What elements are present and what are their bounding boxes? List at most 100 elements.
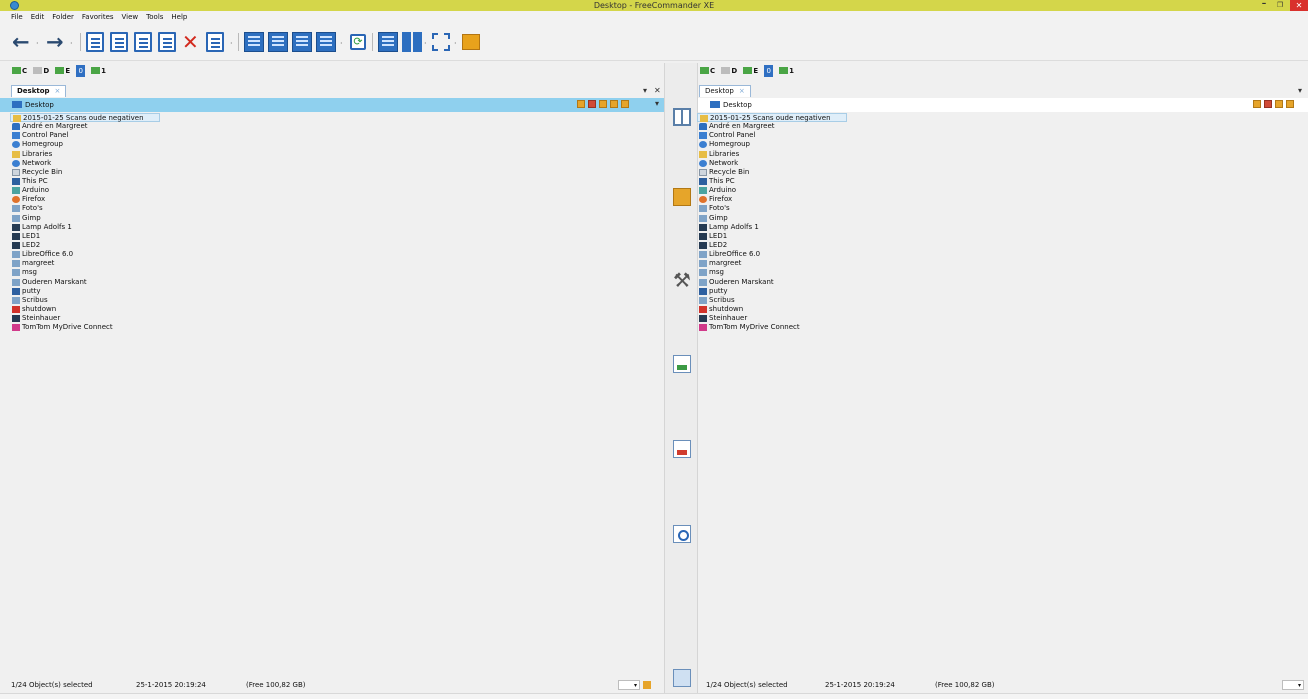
layout-dropdown-icon[interactable]: · bbox=[424, 39, 427, 48]
drive-c-button[interactable]: C bbox=[12, 65, 27, 77]
file-item[interactable]: LED2 bbox=[697, 241, 847, 250]
menu-favorites[interactable]: Favorites bbox=[78, 11, 118, 23]
drive-d-button[interactable]: D bbox=[721, 65, 737, 77]
file-item[interactable]: shutdown bbox=[697, 305, 847, 314]
file-item[interactable]: Scribus bbox=[10, 296, 160, 305]
command-line-icon[interactable] bbox=[673, 669, 691, 687]
file-item[interactable]: Recycle Bin bbox=[697, 168, 847, 177]
folder-icon[interactable] bbox=[462, 34, 480, 50]
dual-panel-icon[interactable] bbox=[402, 32, 422, 52]
back-dropdown-icon[interactable]: · bbox=[36, 39, 39, 48]
menu-tools[interactable]: Tools bbox=[142, 11, 167, 23]
file-item[interactable]: TomTom MyDrive Connect bbox=[10, 323, 160, 332]
file-item[interactable]: Scribus bbox=[697, 296, 847, 305]
drive-0-button[interactable]: 0 bbox=[764, 65, 773, 77]
menu-folder[interactable]: Folder bbox=[48, 11, 78, 23]
back-arrow-icon[interactable]: ← bbox=[12, 32, 30, 53]
menu-help[interactable]: Help bbox=[167, 11, 191, 23]
view-dropdown-icon[interactable]: · bbox=[340, 39, 343, 48]
file-item[interactable]: msg bbox=[697, 268, 847, 277]
right-tab-desktop[interactable]: Desktop × bbox=[699, 85, 751, 97]
file-item[interactable]: Foto's bbox=[697, 204, 847, 213]
file-item[interactable]: Control Panel bbox=[697, 131, 847, 140]
folder-up-icon[interactable] bbox=[599, 100, 607, 108]
file-item[interactable]: margreet bbox=[10, 259, 160, 268]
view-file-icon[interactable] bbox=[86, 32, 104, 52]
details-view-icon[interactable] bbox=[268, 32, 288, 52]
command-line-bar[interactable] bbox=[0, 693, 1308, 699]
file-item[interactable]: This PC bbox=[697, 177, 847, 186]
menu-view[interactable]: View bbox=[118, 11, 143, 23]
properties-dropdown-icon[interactable]: · bbox=[230, 39, 233, 48]
folder-up-icon[interactable] bbox=[1275, 100, 1283, 108]
file-item[interactable]: msg bbox=[10, 268, 160, 277]
file-item[interactable]: Arduino bbox=[10, 186, 160, 195]
file-item[interactable]: margreet bbox=[697, 259, 847, 268]
delete-icon[interactable]: ✕ bbox=[182, 32, 199, 52]
menu-edit[interactable]: Edit bbox=[27, 11, 49, 23]
file-item[interactable]: André en Margreet bbox=[10, 122, 160, 131]
select-icon[interactable] bbox=[432, 33, 450, 51]
drive-c-button[interactable]: C bbox=[700, 65, 715, 77]
move-to-other-panel-icon[interactable] bbox=[673, 440, 691, 458]
copy-file-icon[interactable] bbox=[134, 32, 152, 52]
menu-file[interactable]: File bbox=[0, 11, 27, 23]
right-path-bar[interactable]: Desktop bbox=[698, 98, 1308, 112]
maximize-button[interactable]: ❐ bbox=[1273, 0, 1287, 11]
refresh-icon[interactable]: ⟳ bbox=[350, 34, 366, 50]
drive-e-button[interactable]: E bbox=[55, 65, 70, 77]
forward-arrow-icon[interactable]: → bbox=[46, 32, 64, 53]
file-item[interactable]: Firefox bbox=[697, 195, 847, 204]
file-item[interactable]: Gimp bbox=[697, 214, 847, 223]
tab-close-icon[interactable]: × bbox=[739, 87, 745, 95]
file-item[interactable]: Gimp bbox=[10, 214, 160, 223]
file-item[interactable]: Steinhauer bbox=[10, 314, 160, 323]
file-item[interactable]: 2015-01-25 Scans oude negativen bbox=[10, 113, 160, 123]
panel-layout-icon[interactable] bbox=[378, 32, 398, 52]
file-item[interactable]: TomTom MyDrive Connect bbox=[697, 323, 847, 332]
left-path-bar[interactable]: Desktop bbox=[0, 98, 664, 112]
file-item[interactable]: Network bbox=[697, 159, 847, 168]
favorites-icon[interactable] bbox=[1264, 100, 1272, 108]
file-item[interactable]: Recycle Bin bbox=[10, 168, 160, 177]
file-item[interactable]: Control Panel bbox=[10, 131, 160, 140]
drive-d-button[interactable]: D bbox=[33, 65, 49, 77]
tree-view-icon[interactable] bbox=[244, 32, 264, 52]
file-item[interactable]: Lamp Adolfs 1 bbox=[697, 223, 847, 232]
tab-close-icon[interactable]: × bbox=[55, 87, 61, 95]
file-item[interactable]: putty bbox=[10, 287, 160, 296]
left-tab-menu[interactable]: ▾ bbox=[643, 86, 647, 95]
right-tab-menu[interactable]: ▾ bbox=[1298, 86, 1302, 95]
file-item[interactable]: Steinhauer bbox=[697, 314, 847, 323]
drive-1-button[interactable]: 1 bbox=[779, 65, 794, 77]
file-item[interactable]: LibreOffice 6.0 bbox=[10, 250, 160, 259]
left-panel-close-icon[interactable]: ✕ bbox=[654, 86, 661, 95]
edit-file-icon[interactable] bbox=[110, 32, 128, 52]
forward-dropdown-icon[interactable]: · bbox=[70, 39, 73, 48]
file-item[interactable]: putty bbox=[697, 287, 847, 296]
split-view-icon[interactable] bbox=[673, 108, 691, 126]
close-button[interactable]: ✕ bbox=[1290, 0, 1308, 11]
select-dropdown-icon[interactable]: · bbox=[454, 39, 457, 48]
file-item[interactable]: Ouderen Marskant bbox=[10, 278, 160, 287]
move-file-icon[interactable] bbox=[158, 32, 176, 52]
file-item[interactable]: Libraries bbox=[10, 150, 160, 159]
file-item[interactable]: Foto's bbox=[10, 204, 160, 213]
file-item[interactable]: Ouderen Marskant bbox=[697, 278, 847, 287]
folder-root-icon[interactable] bbox=[1286, 100, 1294, 108]
file-item[interactable]: Arduino bbox=[697, 186, 847, 195]
tools-icon[interactable]: ⚒ bbox=[673, 270, 691, 290]
file-item[interactable]: André en Margreet bbox=[697, 122, 847, 131]
folder-new-icon[interactable] bbox=[621, 100, 629, 108]
file-item[interactable]: LED1 bbox=[10, 232, 160, 241]
left-status-dropdown[interactable]: ▾ bbox=[618, 680, 640, 690]
drive-e-button[interactable]: E bbox=[743, 65, 758, 77]
right-status-dropdown[interactable]: ▾ bbox=[1282, 680, 1304, 690]
drive-1-button[interactable]: 1 bbox=[91, 65, 106, 77]
copy-to-other-panel-icon[interactable] bbox=[673, 355, 691, 373]
view-icon[interactable] bbox=[673, 525, 691, 543]
file-item[interactable]: Firefox bbox=[10, 195, 160, 204]
minimize-button[interactable]: – bbox=[1257, 0, 1271, 11]
history-icon[interactable] bbox=[577, 100, 585, 108]
file-item[interactable]: LED2 bbox=[10, 241, 160, 250]
